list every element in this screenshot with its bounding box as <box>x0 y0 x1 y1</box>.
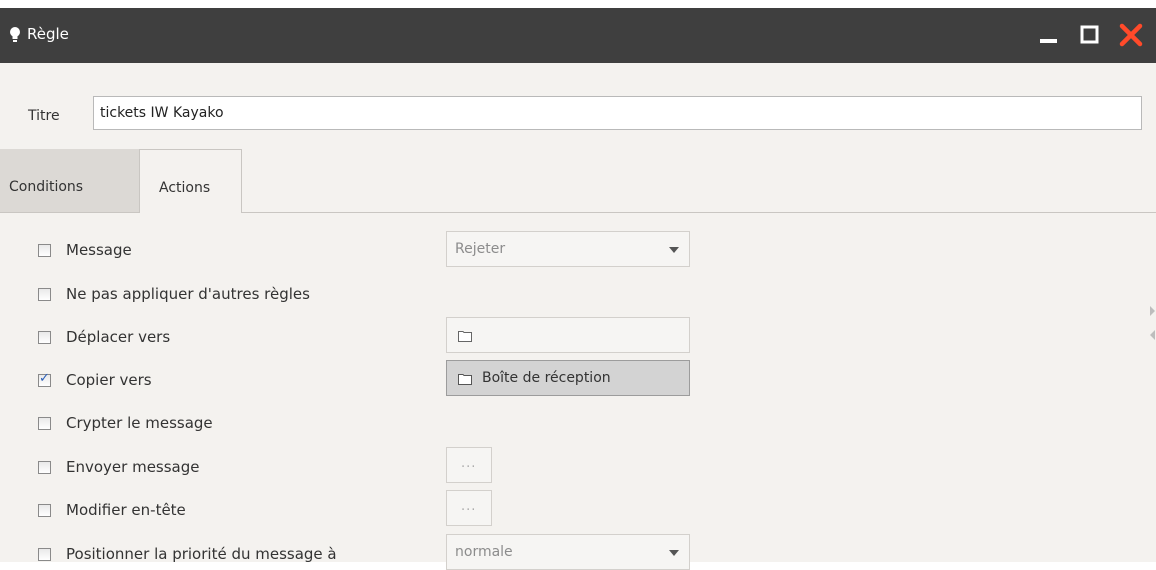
maximize-icon[interactable] <box>1077 22 1103 48</box>
priority-select[interactable]: normale <box>446 534 690 570</box>
modify-header-button[interactable]: ... <box>446 490 492 526</box>
title-row: Titre <box>0 63 1156 151</box>
lightbulb-icon <box>10 27 20 42</box>
folder-icon <box>458 374 472 385</box>
tab-bar: Conditions Actions <box>0 149 1156 340</box>
move-folder-picker[interactable] <box>446 317 690 353</box>
encrypt-checkbox[interactable] <box>38 417 51 430</box>
message-action-select[interactable]: Rejeter <box>446 231 690 267</box>
tab-divider <box>242 212 1156 213</box>
header-checkbox[interactable] <box>38 504 51 517</box>
tab-scroll-arrows-icon[interactable] <box>1148 304 1156 344</box>
title-label: Titre <box>28 108 60 124</box>
tab-conditions-label: Conditions <box>9 179 84 195</box>
action-label: Copier vers <box>66 371 152 389</box>
folder-value: Boîte de réception <box>482 370 611 386</box>
title-input[interactable] <box>93 96 1142 130</box>
copy-checkbox[interactable] <box>38 371 51 387</box>
ellipsis-icon: ... <box>461 456 477 471</box>
chevron-down-icon <box>669 247 679 253</box>
minimize-icon[interactable] <box>1037 22 1063 48</box>
chevron-down-icon <box>669 550 679 556</box>
tab-actions[interactable]: Actions <box>139 149 242 213</box>
ellipsis-icon: ... <box>461 499 477 514</box>
tab-actions-label: Actions <box>159 180 211 196</box>
select-value: normale <box>455 544 513 560</box>
action-label: Déplacer vers <box>66 328 171 346</box>
select-value: Rejeter <box>455 241 506 257</box>
close-icon[interactable] <box>1118 22 1144 48</box>
tab-conditions[interactable]: Conditions <box>0 149 140 212</box>
action-label: Modifier en-tête <box>66 501 186 519</box>
send-message-button[interactable]: ... <box>446 447 492 483</box>
stop-rules-checkbox[interactable] <box>38 288 51 301</box>
copy-folder-picker[interactable]: Boîte de réception <box>446 360 690 396</box>
window-title: Règle <box>27 25 69 43</box>
tab-divider <box>0 212 140 213</box>
move-checkbox[interactable] <box>38 331 51 344</box>
title-bar[interactable]: Règle <box>0 8 1156 63</box>
action-label: Envoyer message <box>66 458 200 476</box>
action-label: Positionner la priorité du message à <box>66 545 337 563</box>
message-checkbox[interactable] <box>38 244 51 257</box>
send-checkbox[interactable] <box>38 461 51 474</box>
action-label: Crypter le message <box>66 414 213 432</box>
action-label: Message <box>66 241 132 259</box>
action-label: Ne pas appliquer d'autres règles <box>66 285 310 303</box>
folder-icon <box>458 331 472 342</box>
priority-checkbox[interactable] <box>38 548 51 561</box>
rule-dialog: Règle Titre Conditions Actions Messag <box>0 8 1156 570</box>
